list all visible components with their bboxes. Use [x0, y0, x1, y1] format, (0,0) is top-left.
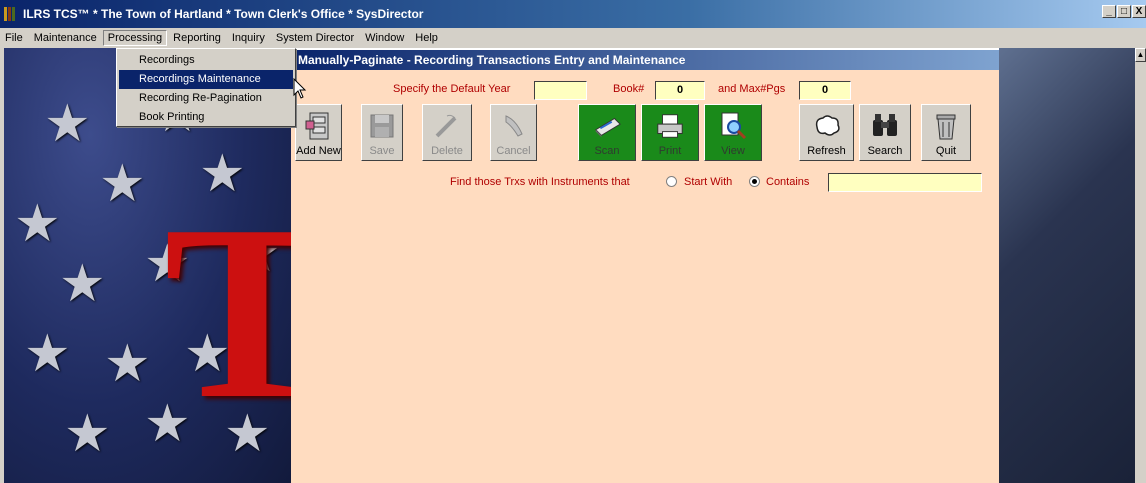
scanner-icon — [592, 111, 622, 141]
printer-icon — [655, 111, 685, 141]
scroll-up-icon[interactable]: ▲ — [1135, 48, 1146, 62]
search-button[interactable]: Search — [859, 104, 911, 161]
refresh-button[interactable]: Refresh — [799, 104, 854, 161]
star-icon: ★ — [14, 195, 61, 253]
default-year-label: Specify the Default Year — [393, 83, 511, 95]
book-number-input[interactable]: 0 — [655, 81, 705, 100]
magnifier-icon — [718, 111, 748, 141]
contains-radio[interactable] — [749, 176, 760, 187]
close-button[interactable]: X — [1132, 5, 1146, 18]
menu-inquiry[interactable]: Inquiry — [227, 30, 270, 46]
start-with-radio[interactable] — [666, 176, 677, 187]
processing-menu-dropdown: Recordings Recordings Maintenance Record… — [116, 48, 296, 127]
menu-window[interactable]: Window — [360, 30, 409, 46]
menu-item-recordings[interactable]: Recordings — [119, 51, 293, 70]
toolbar: Add New Save Delete Cancel Scan Print Vi… — [291, 104, 999, 162]
refresh-label: Refresh — [807, 145, 846, 157]
find-instrument-input[interactable] — [828, 173, 982, 192]
menu-system-director[interactable]: System Director — [271, 30, 359, 46]
menu-processing[interactable]: Processing — [102, 30, 168, 46]
save-button[interactable]: Save — [361, 104, 403, 161]
restore-button[interactable]: □ — [1117, 5, 1131, 18]
minimize-button[interactable]: _ — [1102, 5, 1116, 18]
print-label: Print — [658, 145, 682, 157]
menu-item-book-printing[interactable]: Book Printing — [119, 108, 293, 127]
window-controls: _ □ X — [1102, 5, 1146, 18]
menu-bar: File Maintenance Processing Reporting In… — [0, 28, 1146, 48]
app-title-bar: ILRS TCS™ * The Town of Hartland * Town … — [0, 0, 1146, 28]
find-label: Find those Trxs with Instruments that — [450, 176, 630, 188]
max-pages-input[interactable]: 0 — [799, 81, 851, 100]
scan-button[interactable]: Scan — [578, 104, 636, 161]
add-new-button[interactable]: Add New — [295, 104, 342, 161]
menu-help[interactable]: Help — [410, 30, 443, 46]
delete-label: Delete — [431, 145, 463, 157]
cancel-button[interactable]: Cancel — [490, 104, 537, 161]
menu-item-recordings-maintenance[interactable]: Recordings Maintenance — [119, 70, 293, 89]
search-label: Search — [867, 145, 903, 157]
refresh-icon — [812, 111, 842, 141]
star-icon: ★ — [64, 405, 111, 463]
background-right-panel — [999, 48, 1135, 483]
floppy-disk-icon — [367, 111, 397, 141]
quit-label: Quit — [935, 145, 957, 157]
recording-transactions-window: Manually-Paginate - Recording Transactio… — [291, 50, 999, 483]
default-year-input[interactable] — [534, 81, 587, 100]
binoculars-icon — [870, 111, 900, 141]
view-label: View — [721, 145, 745, 157]
contains-label: Contains — [766, 176, 810, 188]
view-button[interactable]: View — [704, 104, 762, 161]
quit-button[interactable]: Quit — [921, 104, 971, 161]
add-new-label: Add New — [296, 145, 341, 157]
star-icon: ★ — [59, 255, 106, 313]
book-number-label: Book# — [613, 83, 645, 95]
default-year-row: Specify the Default Year Book# 0 and Max… — [291, 80, 999, 100]
cancel-label: Cancel — [496, 145, 531, 157]
scan-label: Scan — [594, 145, 620, 157]
mouse-cursor-icon — [293, 78, 307, 99]
menu-maintenance[interactable]: Maintenance — [29, 30, 102, 46]
menu-file[interactable]: File — [0, 30, 28, 46]
app-title: ILRS TCS™ * The Town of Hartland * Town … — [23, 7, 424, 21]
print-button[interactable]: Print — [641, 104, 699, 161]
star-icon: ★ — [104, 335, 151, 393]
trash-can-icon — [931, 111, 961, 141]
file-cabinet-icon — [304, 111, 334, 141]
vertical-scrollbar[interactable]: ▲ — [1135, 48, 1146, 483]
child-window-title: Manually-Paginate - Recording Transactio… — [291, 50, 999, 70]
cancel-icon — [499, 111, 529, 141]
app-logo-icon — [4, 7, 20, 21]
star-icon: ★ — [24, 325, 71, 383]
background-letter: T — [164, 174, 291, 451]
star-icon: ★ — [44, 95, 91, 153]
save-label: Save — [369, 145, 395, 157]
delete-button[interactable]: Delete — [422, 104, 472, 161]
delete-pen-icon — [432, 111, 462, 141]
menu-item-recording-re-pagination[interactable]: Recording Re-Pagination — [119, 89, 293, 108]
find-instruments-row: Find those Trxs with Instruments that St… — [291, 172, 999, 192]
star-icon: ★ — [99, 155, 146, 213]
max-pages-label: and Max#Pgs — [718, 83, 786, 95]
start-with-label: Start With — [684, 176, 733, 188]
menu-reporting[interactable]: Reporting — [168, 30, 226, 46]
